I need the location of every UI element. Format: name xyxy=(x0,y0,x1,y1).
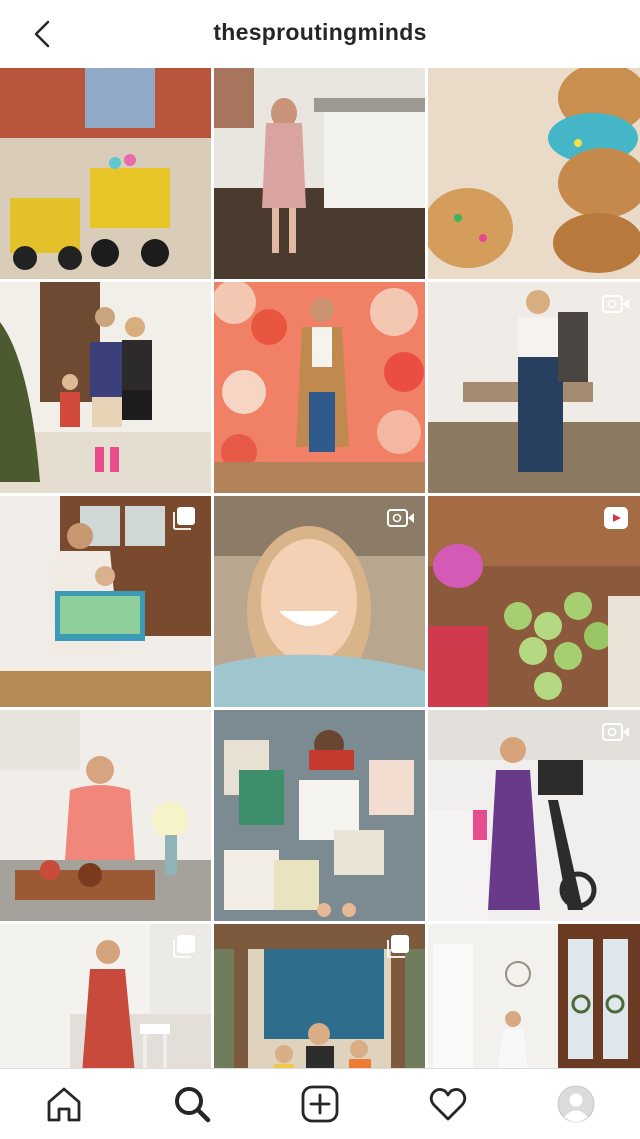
avatar-icon xyxy=(557,1085,595,1123)
top-bar: thesproutingminds xyxy=(0,0,640,68)
post-tile[interactable] xyxy=(214,924,425,1068)
post-thumbnail xyxy=(214,710,425,921)
post-tile[interactable] xyxy=(0,68,211,279)
reel-icon xyxy=(604,507,628,529)
post-thumbnail xyxy=(428,924,640,1068)
profile-username: thesproutingminds xyxy=(213,19,427,45)
carousel-icon xyxy=(173,935,195,958)
add-post-icon xyxy=(301,1085,339,1123)
nav-search[interactable] xyxy=(160,1072,224,1136)
post-tile[interactable] xyxy=(214,282,425,493)
carousel-icon xyxy=(387,935,409,958)
post-tile[interactable] xyxy=(0,496,211,707)
post-thumbnail xyxy=(214,282,425,493)
search-icon xyxy=(175,1087,211,1123)
post-tile[interactable] xyxy=(428,282,640,493)
post-thumbnail xyxy=(428,68,640,279)
video-icon xyxy=(387,509,414,527)
post-thumbnail xyxy=(0,68,211,279)
post-thumbnail xyxy=(0,282,211,493)
video-icon xyxy=(602,723,629,741)
heart-icon xyxy=(429,1088,467,1121)
post-tile[interactable] xyxy=(428,924,640,1068)
post-tile[interactable] xyxy=(214,496,425,707)
post-tile[interactable] xyxy=(0,710,211,921)
nav-home[interactable] xyxy=(32,1072,96,1136)
nav-activity[interactable] xyxy=(416,1072,480,1136)
post-tile[interactable] xyxy=(428,68,640,279)
post-thumbnail xyxy=(0,710,211,921)
home-icon xyxy=(47,1087,81,1122)
carousel-icon xyxy=(173,507,195,530)
post-tile[interactable] xyxy=(0,924,211,1068)
nav-new-post[interactable] xyxy=(288,1072,352,1136)
post-tile[interactable] xyxy=(428,710,640,921)
post-tile[interactable] xyxy=(0,282,211,493)
bottom-nav xyxy=(0,1068,640,1139)
post-tile[interactable] xyxy=(214,710,425,921)
post-grid xyxy=(0,68,640,1068)
post-tile[interactable] xyxy=(214,68,425,279)
post-thumbnail xyxy=(214,68,425,279)
nav-profile[interactable] xyxy=(544,1072,608,1136)
post-tile[interactable] xyxy=(428,496,640,707)
video-icon xyxy=(602,295,629,313)
